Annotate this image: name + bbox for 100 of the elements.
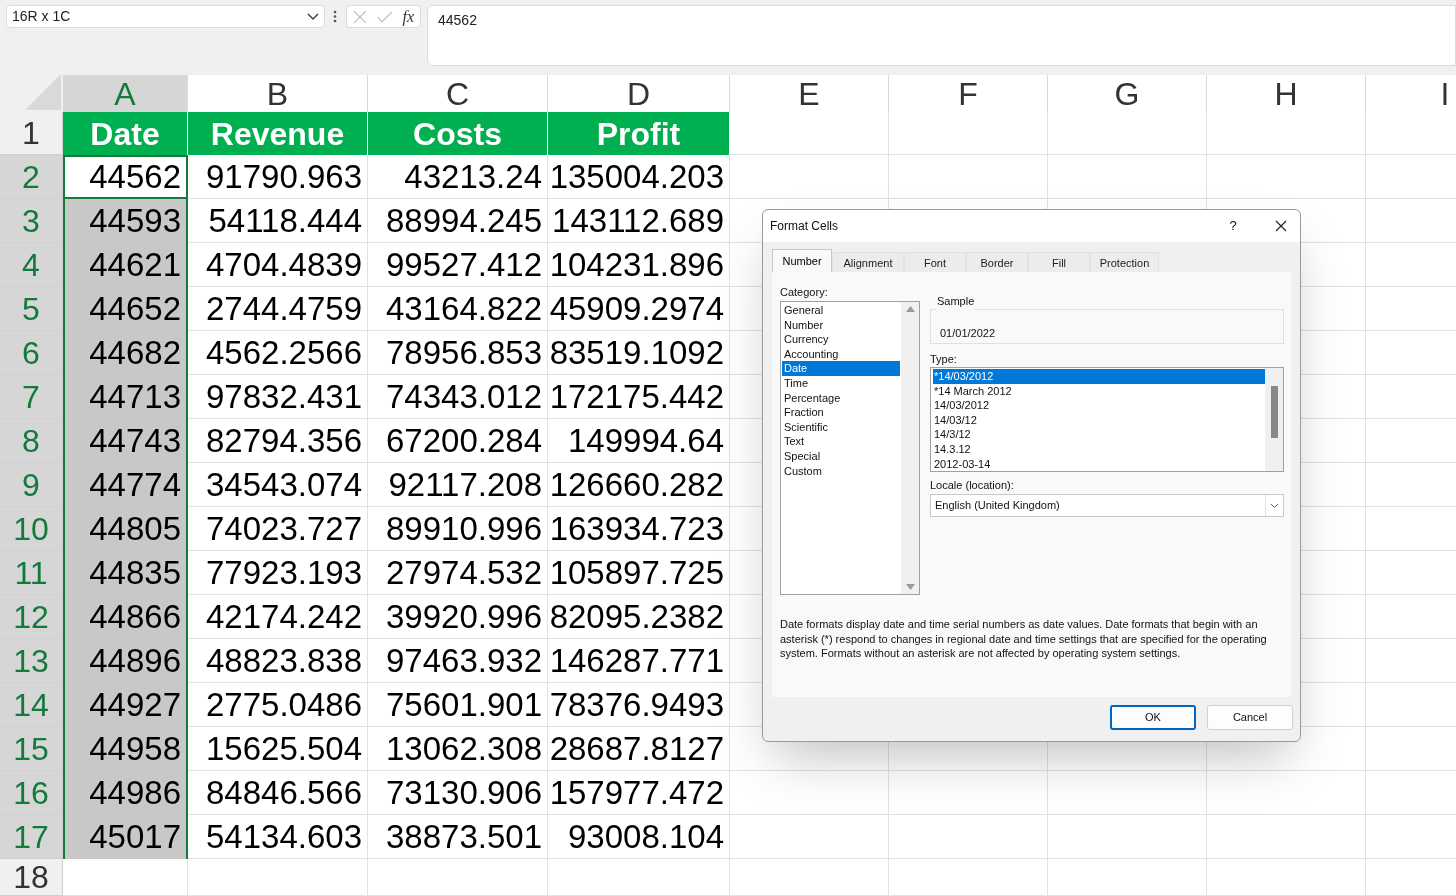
table-cell: 44743 [63,419,188,463]
row-header[interactable]: 10 [0,507,63,551]
tab[interactable]: Number [772,249,832,273]
row-header[interactable]: 15 [0,727,63,771]
row-header[interactable]: 8 [0,419,63,463]
description-text: Date formats display date and time serial numbers as date values. Date formats that begin with an asterisk (*) respond to changes in regional date and time settings that are specified for the operating system. Formats without an asterisk are not affected by operating system settings. [780,617,1268,661]
column-header[interactable]: A [63,75,188,112]
list-item[interactable]: Accounting [782,346,900,362]
table-cell: 97832.431 [188,375,368,419]
table-cell: 39920.996 [368,595,548,639]
name-box[interactable]: 16R x 1C [6,5,325,28]
table-cell: 44682 [63,331,188,375]
table-cell: 28687.8127 [548,727,730,771]
table-cell: 27974.532 [368,551,548,595]
list-item[interactable]: 14/03/2012 [933,398,1265,413]
dialog-button[interactable]: OK [1110,705,1196,730]
list-item[interactable]: Number [782,317,900,333]
table-cell: 78376.9493 [548,683,730,727]
check-icon[interactable] [376,10,393,23]
formula-input[interactable]: 44562 [427,5,1456,66]
table-cell: 99527.412 [368,243,548,287]
table-cell: 82095.2382 [548,595,730,639]
list-item[interactable]: Scientific [782,419,900,435]
list-item[interactable]: Time [782,375,900,391]
table-cell: 38873.501 [368,815,548,859]
list-item[interactable]: 2012-03-14 [933,456,1265,471]
table-cell: 44562 [63,155,188,199]
table-cell: 84846.566 [188,771,368,815]
row-header[interactable]: 3 [0,199,63,243]
row-header[interactable]: 16 [0,771,63,815]
tab[interactable]: Protection [1090,252,1159,273]
row-header[interactable]: 9 [0,463,63,507]
locale-dropdown[interactable]: English (United Kingdom) [930,494,1284,517]
close-icon[interactable] [1275,220,1287,232]
list-item[interactable]: Currency [782,332,900,347]
category-list[interactable]: General Number Currency Accounting Date Time Percentage Fraction Scientific Text Special Custom [780,301,920,595]
tab[interactable]: Border [966,252,1028,273]
table-cell: 75601.901 [368,683,548,727]
table-cell: 44866 [63,595,188,639]
table-cell: 44774 [63,463,188,507]
list-item[interactable]: *14/03/2012 [933,369,1265,384]
list-item[interactable]: Fraction [782,405,900,420]
table-cell: 149994.64 [548,419,730,463]
list-item[interactable]: General [782,303,900,318]
list-item[interactable]: *14 March 2012 [933,383,1265,399]
table-cell: 143112.689 [548,199,730,243]
table-cell: 43164.822 [368,287,548,331]
list-item[interactable]: 14.3.12 [933,441,1265,457]
scrollbar[interactable] [901,302,919,594]
chevron-down-icon[interactable] [1270,502,1279,509]
table-cell: 54118.444 [188,199,368,243]
scroll-down-icon[interactable] [905,584,915,590]
type-list[interactable]: *14/03/2012 *14 March 2012 14/03/2012 14/03/12 14/3/12 14.3.12 2012-03-14 [930,367,1284,472]
more-options-icon[interactable] [333,10,337,23]
tab[interactable]: Alignment [832,252,904,273]
row-header[interactable]: 4 [0,243,63,287]
row-header[interactable]: 7 [0,375,63,419]
list-item[interactable]: Custom [782,463,900,479]
tab[interactable]: Font [904,252,966,273]
list-item[interactable]: Percentage [782,390,900,406]
help-button[interactable]: ? [1221,216,1245,236]
table-cell: 48823.838 [188,639,368,683]
sample-value: 01/01/2022 [940,326,996,341]
table-cell: 44835 [63,551,188,595]
row-header[interactable]: 17 [0,815,63,859]
table-cell: 44621 [63,243,188,287]
table-cell: 34543.074 [188,463,368,507]
type-label: Type: [930,352,957,367]
table-cell: 13062.308 [368,727,548,771]
row-header[interactable]: 12 [0,595,63,639]
list-item[interactable]: Special [782,448,900,464]
row-header[interactable]: 1 [0,112,63,155]
table-cell: 44896 [63,639,188,683]
dialog-button[interactable]: Cancel [1207,705,1293,730]
insert-function-button[interactable]: fx [402,4,414,29]
cancel-icon[interactable] [353,9,367,24]
row-header[interactable]: 13 [0,639,63,683]
row-header[interactable]: 11 [0,551,63,595]
scroll-up-icon[interactable] [905,306,915,312]
table-cell: 82794.356 [188,419,368,463]
scrollbar-thumb[interactable] [1270,386,1278,438]
table-cell: 44805 [63,507,188,551]
list-item[interactable]: 14/3/12 [933,427,1265,442]
table-cell: 44927 [63,683,188,727]
table-cell: 54134.603 [188,815,368,859]
row-header[interactable]: 14 [0,683,63,727]
list-item[interactable]: Date [782,361,900,376]
table-cell: 73130.906 [368,771,548,815]
row-header[interactable]: 18 [0,859,63,896]
row-header[interactable]: 5 [0,287,63,331]
tab[interactable]: Fill [1028,252,1090,273]
table-cell: 89910.996 [368,507,548,551]
row-header[interactable]: 6 [0,331,63,375]
table-cell: 42174.242 [188,595,368,639]
list-item[interactable]: 14/03/12 [933,412,1265,428]
table-cell: 44713 [63,375,188,419]
chevron-down-icon[interactable] [307,12,319,21]
table-cell: 4562.2566 [188,331,368,375]
row-header[interactable]: 2 [0,155,63,199]
list-item[interactable]: Text [782,434,900,449]
